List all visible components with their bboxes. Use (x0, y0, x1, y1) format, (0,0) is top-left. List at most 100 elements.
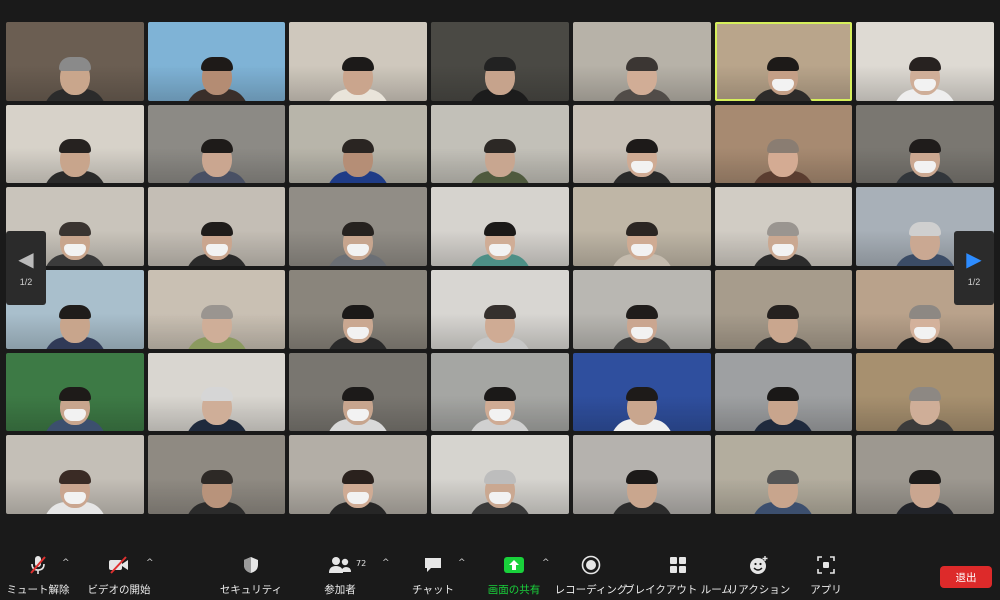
participant-figure (43, 469, 106, 514)
recording-button[interactable]: レコーディング (555, 554, 627, 598)
zoom-meeting-window: ◀ 1/2 ▶ 1/2 ミュート解除 ^ ビデオの開始 ^ セキュリティ 参加者… (0, 0, 1000, 600)
participant-video-tile[interactable] (431, 104, 569, 184)
chat-button[interactable]: チャット (412, 554, 454, 598)
security-label: セキュリティ (219, 584, 283, 596)
participant-video-tile[interactable] (431, 187, 569, 266)
camera-off-icon (108, 554, 130, 576)
participant-video-tile[interactable] (289, 22, 428, 101)
previous-page-button[interactable]: ◀ 1/2 (6, 231, 46, 305)
audio-options-caret[interactable]: ^ (62, 558, 70, 568)
participant-video-tile[interactable] (856, 435, 994, 514)
participant-video-tile[interactable] (431, 22, 569, 101)
muted-microphone-icon (29, 554, 47, 576)
participant-video-tile[interactable] (6, 104, 144, 184)
participant-video-tile[interactable] (431, 269, 569, 349)
grid-icon (669, 554, 687, 576)
face-mask (347, 243, 370, 256)
participant-figure (610, 139, 673, 184)
participant-figure (894, 304, 957, 349)
participant-video-tile[interactable] (289, 269, 428, 349)
participant-video-tile[interactable] (856, 22, 994, 101)
participant-video-tile[interactable] (6, 22, 144, 101)
participant-video-tile[interactable] (289, 104, 428, 184)
unmute-label: ミュート解除 (6, 584, 70, 596)
participant-video-tile[interactable] (714, 187, 853, 266)
unmute-button[interactable]: ミュート解除 (6, 554, 70, 598)
participant-video-tile[interactable] (572, 104, 711, 184)
participant-video-tile[interactable] (572, 22, 711, 101)
participant-figure (894, 469, 957, 514)
face-mask (63, 409, 86, 422)
participant-video-tile[interactable] (431, 435, 569, 514)
face-mask (347, 409, 370, 422)
participant-video-tile-active-speaker[interactable] (714, 22, 853, 101)
participant-video-tile[interactable] (572, 269, 711, 349)
video-options-caret[interactable]: ^ (146, 558, 154, 568)
apps-button[interactable]: アプリ (806, 554, 846, 598)
participant-video-tile[interactable] (856, 352, 994, 432)
breakout-rooms-button[interactable]: ブレイクアウト ルーム (624, 554, 732, 598)
face-mask (630, 161, 653, 174)
face-mask (63, 491, 86, 504)
participant-figure (468, 221, 531, 266)
participant-video-tile[interactable] (289, 187, 428, 266)
participant-video-tile[interactable] (147, 352, 286, 432)
participant-figure (752, 469, 815, 514)
participant-video-tile[interactable] (431, 352, 569, 432)
participants-options-caret[interactable]: ^ (382, 558, 390, 568)
participant-video-tile[interactable] (289, 352, 428, 432)
share-options-caret[interactable]: ^ (542, 558, 550, 568)
next-page-button[interactable]: ▶ 1/2 (954, 231, 994, 305)
participant-video-tile[interactable] (856, 104, 994, 184)
participant-video-tile[interactable] (714, 352, 853, 432)
participant-video-tile[interactable] (6, 352, 144, 432)
participant-video-tile[interactable] (572, 435, 711, 514)
reactions-label: リアクション (727, 584, 791, 596)
participant-video-tile[interactable] (289, 435, 428, 514)
participant-video-tile[interactable] (147, 269, 286, 349)
participant-figure (327, 469, 390, 514)
face-mask (347, 491, 370, 504)
participant-video-tile[interactable] (572, 187, 711, 266)
meeting-toolbar: ミュート解除 ^ ビデオの開始 ^ セキュリティ 参加者 72 ^ チャット ^… (0, 548, 1000, 600)
face-mask (488, 409, 511, 422)
participant-video-tile[interactable] (147, 22, 286, 101)
participant-figure (327, 387, 390, 432)
participant-video-tile[interactable] (147, 104, 286, 184)
chat-options-caret[interactable]: ^ (458, 558, 466, 568)
face-mask (914, 161, 937, 174)
participant-figure (894, 387, 957, 432)
participant-video-tile[interactable] (714, 104, 853, 184)
participant-figure (894, 56, 957, 101)
gallery-view (6, 22, 994, 514)
participant-figure (185, 387, 248, 432)
participant-video-tile[interactable] (714, 435, 853, 514)
participant-video-tile[interactable] (147, 435, 286, 514)
triangle-right-icon: ▶ (966, 249, 982, 271)
participant-video-tile[interactable] (6, 435, 144, 514)
participant-video-tile[interactable] (714, 269, 853, 349)
face-mask (630, 243, 653, 256)
participant-figure (468, 469, 531, 514)
share-screen-button[interactable]: 画面の共有 (486, 554, 542, 598)
leave-button[interactable]: 退出 (940, 566, 992, 588)
chat-label: チャット (412, 584, 454, 596)
reactions-button[interactable]: リアクション (728, 554, 790, 598)
participant-figure (610, 304, 673, 349)
start-video-button[interactable]: ビデオの開始 (86, 554, 152, 598)
security-button[interactable]: セキュリティ (219, 554, 283, 598)
participant-video-tile[interactable] (572, 352, 711, 432)
participant-figure (610, 469, 673, 514)
participant-figure (752, 304, 815, 349)
participant-video-tile[interactable] (147, 187, 286, 266)
face-mask (914, 326, 937, 339)
participant-figure (610, 387, 673, 432)
participant-figure (610, 221, 673, 266)
participant-figure (185, 221, 248, 266)
participant-figure (327, 221, 390, 266)
participant-figure (752, 56, 815, 101)
chat-bubble-icon (423, 554, 443, 576)
face-mask (63, 243, 86, 256)
shield-icon (243, 554, 259, 576)
smiley-plus-icon (748, 554, 770, 576)
